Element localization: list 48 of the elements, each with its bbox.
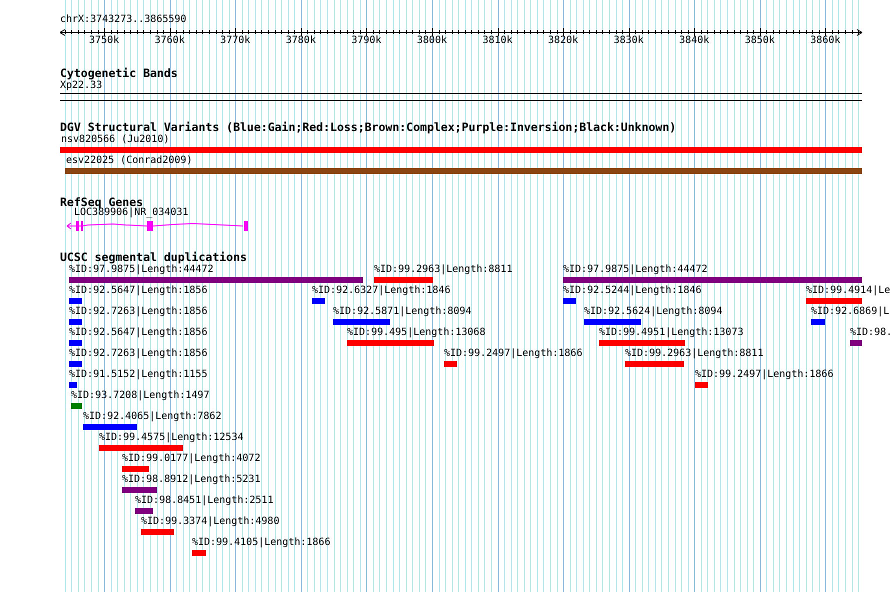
- duplication-label: %ID:99.2963|Length:8811: [374, 264, 512, 276]
- tick-label: 3780k: [286, 35, 316, 47]
- variant-label: nsv820566 (Ju2010): [61, 134, 170, 146]
- variant-label: esv22025 (Conrad2009): [66, 155, 192, 167]
- duplication-label: %ID:99.4914|Le: [806, 285, 890, 297]
- duplication-label: %ID:92.7263|Length:1856: [69, 348, 208, 360]
- tick-label: 3770k: [220, 35, 250, 47]
- duplication-label: %ID:91.5152|Length:1155: [69, 369, 208, 381]
- duplication-label: %ID:99.0177|Length:4072: [122, 453, 260, 465]
- duplication-label: %ID:92.6327|Length:1846: [312, 285, 450, 297]
- tick-label: 3760k: [154, 35, 185, 47]
- duplication-label: %ID:92.5624|Length:8094: [584, 306, 722, 318]
- tick-label: 3750k: [89, 35, 120, 47]
- tick-label: 3810k: [482, 35, 513, 47]
- tick-label: 3840k: [679, 35, 710, 47]
- track-title: UCSC segmental duplications: [60, 251, 247, 264]
- tick-label: 3790k: [351, 35, 382, 47]
- tick-label: 3800k: [416, 35, 447, 47]
- tick-label: 3820k: [548, 35, 578, 47]
- duplication-label: %ID:92.6869|L: [811, 306, 890, 318]
- duplication-label: %ID:98.8912|Length:5231: [122, 474, 260, 486]
- gene-label: LOC389906|NR_034031: [74, 207, 188, 219]
- tick-label: 3860k: [810, 35, 840, 47]
- duplication-label: %ID:99.4575|Length:12534: [99, 432, 244, 444]
- duplication-label: %ID:92.4065|Length:7862: [83, 411, 222, 423]
- track-title: Cytogenetic Bands: [60, 67, 178, 80]
- track-title: DGV Structural Variants (Blue:Gain;Red:Loss;Brown:Complex;Purple:Inversion;Black:Unknown): [60, 121, 676, 134]
- duplication-label: %ID:99.4951|Length:13073: [599, 327, 744, 339]
- duplication-label: %ID:92.5871|Length:8094: [333, 306, 472, 318]
- duplication-label: %ID:92.7263|Length:1856: [69, 306, 208, 318]
- tick-label: 3850k: [744, 35, 775, 47]
- band-label: Xp22.33: [60, 80, 102, 92]
- duplication-label: %ID:99.495|Length:13068: [347, 327, 486, 339]
- duplication-label: %ID:92.5244|Length:1846: [563, 285, 702, 297]
- duplication-label: %ID:93.7208|Length:1497: [71, 390, 210, 402]
- duplication-label: %ID:98.: [850, 327, 890, 339]
- duplication-label: %ID:98.8451|Length:2511: [135, 495, 274, 507]
- duplication-label: %ID:92.5647|Length:1856: [69, 327, 208, 339]
- duplication-label: %ID:97.9875|Length:44472: [563, 264, 708, 276]
- duplication-label: %ID:99.2497|Length:1866: [444, 348, 582, 360]
- duplication-label: %ID:99.2963|Length:8811: [625, 348, 764, 360]
- duplication-label: %ID:97.9875|Length:44472: [69, 264, 214, 276]
- duplication-label: %ID:99.2497|Length:1866: [695, 369, 834, 381]
- duplication-label: %ID:92.5647|Length:1856: [69, 285, 208, 297]
- region-label: chrX:3743273..3865590: [60, 14, 186, 26]
- tick-label: 3830k: [614, 35, 644, 47]
- duplication-label: %ID:99.3374|Length:4980: [141, 516, 280, 528]
- duplication-label: %ID:99.4105|Length:1866: [192, 537, 330, 549]
